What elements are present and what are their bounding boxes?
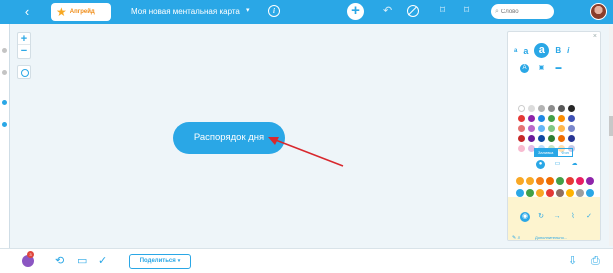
refresh-icon[interactable]: ↻: [536, 212, 546, 222]
sticker-icon[interactable]: [576, 189, 584, 197]
bold-button[interactable]: B: [555, 46, 561, 55]
print-icon[interactable]: ⎙: [591, 255, 600, 267]
text-color-icon[interactable]: A: [520, 64, 529, 73]
sticker-icon[interactable]: [566, 189, 574, 197]
text-style-row: A ▣ ▬: [520, 64, 563, 73]
color-swatch[interactable]: [548, 105, 555, 112]
font-size-xs[interactable]: a: [514, 48, 517, 54]
sticker-icon[interactable]: [516, 177, 524, 185]
font-size-s[interactable]: a: [523, 46, 528, 56]
color-swatch[interactable]: [528, 105, 535, 112]
sticker-icon[interactable]: [556, 177, 564, 185]
download-icon[interactable]: ⇩: [568, 255, 577, 267]
fill-toggle: Заливка Фон: [534, 148, 573, 157]
style-panel: × a a a B i A ▣ ▬ Заливка Фон ● ▭ ☁ ◉ ↻ …: [507, 31, 601, 241]
color-swatch[interactable]: [528, 115, 535, 122]
close-icon[interactable]: ×: [593, 33, 597, 40]
color-swatch[interactable]: [538, 135, 545, 142]
share-label: Поделиться: [139, 258, 176, 264]
color-swatch[interactable]: [538, 105, 545, 112]
sticker-icon[interactable]: [546, 177, 554, 185]
background-tab[interactable]: Фон: [557, 148, 573, 157]
color-swatch[interactable]: [568, 115, 575, 122]
color-swatch[interactable]: [548, 125, 555, 132]
shape-round-icon[interactable]: ●: [536, 160, 545, 169]
notification-badge: 3: [27, 251, 34, 258]
color-swatch[interactable]: [568, 105, 575, 112]
sticker-icon[interactable]: [526, 189, 534, 197]
sticker-icon[interactable]: [586, 177, 594, 185]
image-icon[interactable]: ▣: [537, 64, 546, 73]
sticker-icon[interactable]: [586, 189, 594, 197]
italic-button[interactable]: i: [567, 46, 569, 55]
font-size-m[interactable]: a: [534, 43, 550, 58]
font-size-row: a a a B i: [514, 43, 569, 58]
scrollbar-thumb[interactable]: [609, 116, 613, 136]
sticker-icon[interactable]: [516, 189, 524, 197]
color-swatch[interactable]: [518, 125, 525, 132]
color-swatch[interactable]: [558, 105, 565, 112]
color-swatch[interactable]: [548, 115, 555, 122]
color-swatch[interactable]: [558, 115, 565, 122]
color-swatch[interactable]: [558, 125, 565, 132]
sticker-icon[interactable]: [566, 177, 574, 185]
color-swatch[interactable]: [518, 135, 525, 142]
sticker-icon[interactable]: [546, 189, 554, 197]
arrow-line: [272, 138, 344, 167]
shape-row: ● ▭ ☁: [536, 160, 579, 169]
chevron-down-icon: ▾: [177, 258, 181, 264]
sticker-icon[interactable]: [536, 189, 544, 197]
color-swatch[interactable]: [518, 145, 525, 152]
color-swatch[interactable]: [528, 135, 535, 142]
note-tools-icon[interactable]: ✎ ⌕: [512, 235, 520, 240]
color-swatches: [518, 105, 575, 152]
icon-stickers: [516, 177, 594, 197]
fill-tab[interactable]: Заливка: [534, 148, 558, 157]
sticker-icon[interactable]: [526, 177, 534, 185]
history-icon[interactable]: ⟲: [55, 255, 64, 267]
branch-icon[interactable]: ◉: [520, 212, 530, 222]
arrow-icon[interactable]: →: [552, 212, 562, 222]
action-row: ◉ ↻ → ⌇ ✓: [520, 212, 594, 222]
sticker-icon[interactable]: [556, 189, 564, 197]
link-icon[interactable]: ▬: [554, 64, 563, 73]
sticker-icon[interactable]: [576, 177, 584, 185]
color-swatch[interactable]: [538, 125, 545, 132]
notes-link[interactable]: Дополнительно...: [535, 235, 567, 240]
share-button[interactable]: Поделиться ▾: [129, 254, 191, 269]
color-swatch[interactable]: [538, 115, 545, 122]
color-swatch[interactable]: [518, 105, 525, 112]
bottom-toolbar: [0, 248, 613, 273]
sticker-icon[interactable]: [536, 177, 544, 185]
color-swatch[interactable]: [568, 135, 575, 142]
vertical-scrollbar[interactable]: [609, 26, 613, 246]
color-swatch[interactable]: [558, 135, 565, 142]
color-swatch[interactable]: [518, 115, 525, 122]
check-icon[interactable]: ✓: [584, 212, 594, 222]
color-swatch[interactable]: [528, 125, 535, 132]
shape-cloud-icon[interactable]: ☁: [570, 160, 579, 169]
color-swatch[interactable]: [548, 135, 555, 142]
shape-rect-icon[interactable]: ▭: [553, 160, 562, 169]
color-swatch[interactable]: [568, 125, 575, 132]
attach-icon[interactable]: ⌇: [568, 212, 578, 222]
present-icon[interactable]: ▭: [77, 255, 87, 267]
check-icon[interactable]: ✓: [98, 255, 107, 267]
